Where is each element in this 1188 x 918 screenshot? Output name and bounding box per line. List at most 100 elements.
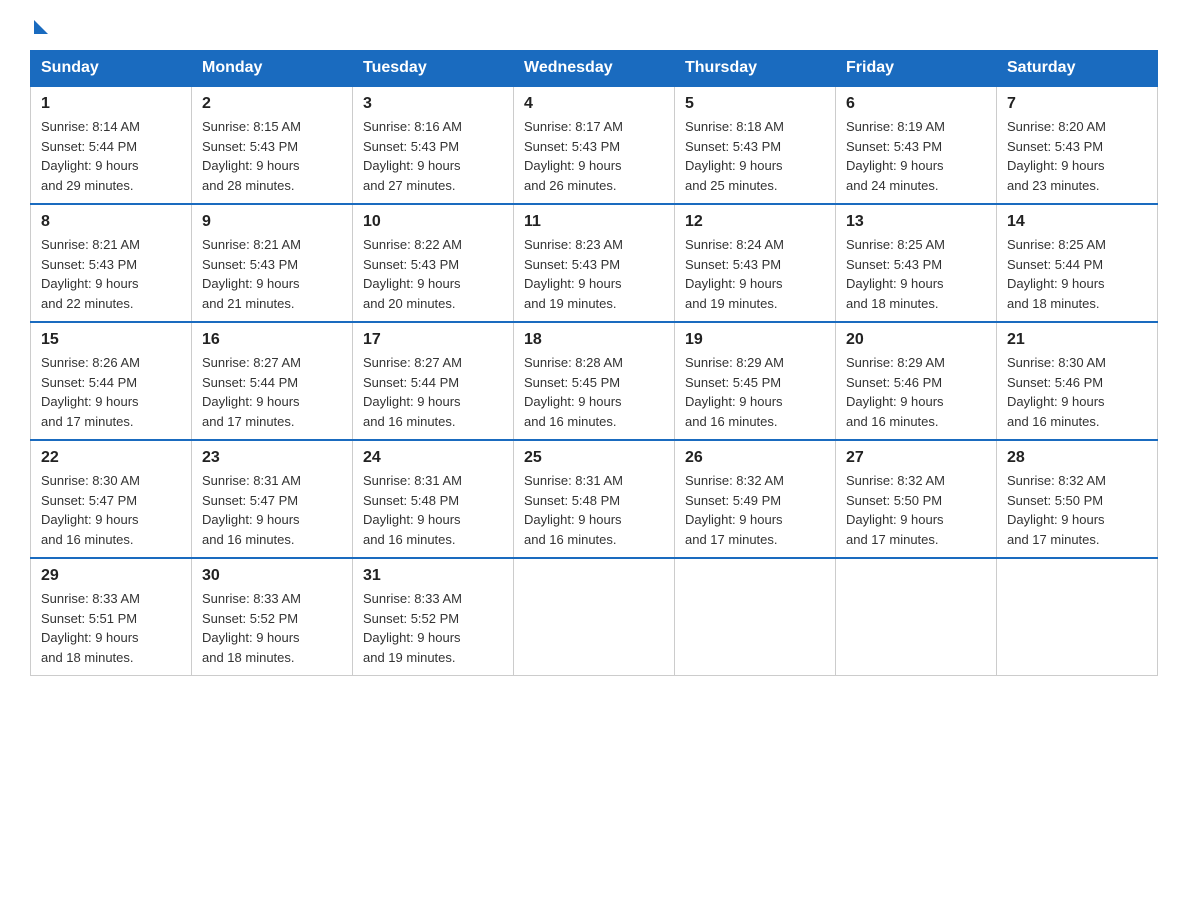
day-number: 11 bbox=[524, 213, 664, 231]
day-info: Sunrise: 8:26 AM Sunset: 5:44 PM Dayligh… bbox=[41, 353, 181, 431]
day-info: Sunrise: 8:27 AM Sunset: 5:44 PM Dayligh… bbox=[363, 353, 503, 431]
calendar-cell: 4 Sunrise: 8:17 AM Sunset: 5:43 PM Dayli… bbox=[514, 86, 675, 204]
day-number: 21 bbox=[1007, 331, 1147, 349]
day-info: Sunrise: 8:32 AM Sunset: 5:49 PM Dayligh… bbox=[685, 471, 825, 549]
day-number: 28 bbox=[1007, 449, 1147, 467]
calendar-cell: 17 Sunrise: 8:27 AM Sunset: 5:44 PM Dayl… bbox=[353, 322, 514, 440]
day-number: 15 bbox=[41, 331, 181, 349]
day-number: 24 bbox=[363, 449, 503, 467]
calendar-cell: 25 Sunrise: 8:31 AM Sunset: 5:48 PM Dayl… bbox=[514, 440, 675, 558]
calendar-cell: 28 Sunrise: 8:32 AM Sunset: 5:50 PM Dayl… bbox=[997, 440, 1158, 558]
day-info: Sunrise: 8:20 AM Sunset: 5:43 PM Dayligh… bbox=[1007, 117, 1147, 195]
day-header-tuesday: Tuesday bbox=[353, 51, 514, 87]
day-number: 3 bbox=[363, 95, 503, 113]
day-number: 1 bbox=[41, 95, 181, 113]
day-number: 5 bbox=[685, 95, 825, 113]
calendar-week-row: 29 Sunrise: 8:33 AM Sunset: 5:51 PM Dayl… bbox=[31, 558, 1158, 676]
day-number: 27 bbox=[846, 449, 986, 467]
calendar-cell: 31 Sunrise: 8:33 AM Sunset: 5:52 PM Dayl… bbox=[353, 558, 514, 676]
day-info: Sunrise: 8:15 AM Sunset: 5:43 PM Dayligh… bbox=[202, 117, 342, 195]
day-number: 8 bbox=[41, 213, 181, 231]
day-header-thursday: Thursday bbox=[675, 51, 836, 87]
calendar-week-row: 8 Sunrise: 8:21 AM Sunset: 5:43 PM Dayli… bbox=[31, 204, 1158, 322]
day-header-wednesday: Wednesday bbox=[514, 51, 675, 87]
day-number: 29 bbox=[41, 567, 181, 585]
calendar-cell bbox=[514, 558, 675, 676]
calendar-cell: 10 Sunrise: 8:22 AM Sunset: 5:43 PM Dayl… bbox=[353, 204, 514, 322]
calendar-cell bbox=[836, 558, 997, 676]
calendar-header: SundayMondayTuesdayWednesdayThursdayFrid… bbox=[31, 51, 1158, 87]
day-info: Sunrise: 8:16 AM Sunset: 5:43 PM Dayligh… bbox=[363, 117, 503, 195]
day-info: Sunrise: 8:31 AM Sunset: 5:48 PM Dayligh… bbox=[524, 471, 664, 549]
calendar-cell: 7 Sunrise: 8:20 AM Sunset: 5:43 PM Dayli… bbox=[997, 86, 1158, 204]
day-info: Sunrise: 8:31 AM Sunset: 5:48 PM Dayligh… bbox=[363, 471, 503, 549]
calendar-cell: 14 Sunrise: 8:25 AM Sunset: 5:44 PM Dayl… bbox=[997, 204, 1158, 322]
calendar-week-row: 22 Sunrise: 8:30 AM Sunset: 5:47 PM Dayl… bbox=[31, 440, 1158, 558]
calendar-cell: 8 Sunrise: 8:21 AM Sunset: 5:43 PM Dayli… bbox=[31, 204, 192, 322]
day-number: 14 bbox=[1007, 213, 1147, 231]
calendar-cell: 12 Sunrise: 8:24 AM Sunset: 5:43 PM Dayl… bbox=[675, 204, 836, 322]
day-info: Sunrise: 8:21 AM Sunset: 5:43 PM Dayligh… bbox=[41, 235, 181, 313]
day-info: Sunrise: 8:25 AM Sunset: 5:43 PM Dayligh… bbox=[846, 235, 986, 313]
calendar-cell: 13 Sunrise: 8:25 AM Sunset: 5:43 PM Dayl… bbox=[836, 204, 997, 322]
day-number: 6 bbox=[846, 95, 986, 113]
day-number: 30 bbox=[202, 567, 342, 585]
day-info: Sunrise: 8:32 AM Sunset: 5:50 PM Dayligh… bbox=[1007, 471, 1147, 549]
calendar-cell: 20 Sunrise: 8:29 AM Sunset: 5:46 PM Dayl… bbox=[836, 322, 997, 440]
day-info: Sunrise: 8:23 AM Sunset: 5:43 PM Dayligh… bbox=[524, 235, 664, 313]
calendar-cell: 16 Sunrise: 8:27 AM Sunset: 5:44 PM Dayl… bbox=[192, 322, 353, 440]
day-info: Sunrise: 8:29 AM Sunset: 5:45 PM Dayligh… bbox=[685, 353, 825, 431]
day-number: 2 bbox=[202, 95, 342, 113]
calendar-cell bbox=[675, 558, 836, 676]
day-number: 10 bbox=[363, 213, 503, 231]
day-number: 25 bbox=[524, 449, 664, 467]
logo-arrow-icon bbox=[34, 20, 48, 34]
calendar-cell: 9 Sunrise: 8:21 AM Sunset: 5:43 PM Dayli… bbox=[192, 204, 353, 322]
calendar-cell: 2 Sunrise: 8:15 AM Sunset: 5:43 PM Dayli… bbox=[192, 86, 353, 204]
day-number: 18 bbox=[524, 331, 664, 349]
calendar-body: 1 Sunrise: 8:14 AM Sunset: 5:44 PM Dayli… bbox=[31, 86, 1158, 676]
day-info: Sunrise: 8:27 AM Sunset: 5:44 PM Dayligh… bbox=[202, 353, 342, 431]
calendar-cell: 6 Sunrise: 8:19 AM Sunset: 5:43 PM Dayli… bbox=[836, 86, 997, 204]
day-info: Sunrise: 8:21 AM Sunset: 5:43 PM Dayligh… bbox=[202, 235, 342, 313]
day-info: Sunrise: 8:17 AM Sunset: 5:43 PM Dayligh… bbox=[524, 117, 664, 195]
day-number: 19 bbox=[685, 331, 825, 349]
day-number: 7 bbox=[1007, 95, 1147, 113]
day-number: 31 bbox=[363, 567, 503, 585]
day-info: Sunrise: 8:28 AM Sunset: 5:45 PM Dayligh… bbox=[524, 353, 664, 431]
calendar-cell: 23 Sunrise: 8:31 AM Sunset: 5:47 PM Dayl… bbox=[192, 440, 353, 558]
calendar-cell: 26 Sunrise: 8:32 AM Sunset: 5:49 PM Dayl… bbox=[675, 440, 836, 558]
day-header-friday: Friday bbox=[836, 51, 997, 87]
calendar-cell: 27 Sunrise: 8:32 AM Sunset: 5:50 PM Dayl… bbox=[836, 440, 997, 558]
logo bbox=[30, 20, 48, 40]
calendar-cell: 11 Sunrise: 8:23 AM Sunset: 5:43 PM Dayl… bbox=[514, 204, 675, 322]
day-info: Sunrise: 8:14 AM Sunset: 5:44 PM Dayligh… bbox=[41, 117, 181, 195]
day-info: Sunrise: 8:33 AM Sunset: 5:51 PM Dayligh… bbox=[41, 589, 181, 667]
day-info: Sunrise: 8:32 AM Sunset: 5:50 PM Dayligh… bbox=[846, 471, 986, 549]
day-number: 9 bbox=[202, 213, 342, 231]
day-info: Sunrise: 8:33 AM Sunset: 5:52 PM Dayligh… bbox=[363, 589, 503, 667]
day-number: 26 bbox=[685, 449, 825, 467]
day-number: 20 bbox=[846, 331, 986, 349]
day-info: Sunrise: 8:30 AM Sunset: 5:47 PM Dayligh… bbox=[41, 471, 181, 549]
calendar-cell: 1 Sunrise: 8:14 AM Sunset: 5:44 PM Dayli… bbox=[31, 86, 192, 204]
calendar-cell: 19 Sunrise: 8:29 AM Sunset: 5:45 PM Dayl… bbox=[675, 322, 836, 440]
day-number: 23 bbox=[202, 449, 342, 467]
day-info: Sunrise: 8:25 AM Sunset: 5:44 PM Dayligh… bbox=[1007, 235, 1147, 313]
calendar-cell: 21 Sunrise: 8:30 AM Sunset: 5:46 PM Dayl… bbox=[997, 322, 1158, 440]
day-header-monday: Monday bbox=[192, 51, 353, 87]
calendar-week-row: 1 Sunrise: 8:14 AM Sunset: 5:44 PM Dayli… bbox=[31, 86, 1158, 204]
day-info: Sunrise: 8:19 AM Sunset: 5:43 PM Dayligh… bbox=[846, 117, 986, 195]
calendar-cell: 24 Sunrise: 8:31 AM Sunset: 5:48 PM Dayl… bbox=[353, 440, 514, 558]
calendar-cell: 5 Sunrise: 8:18 AM Sunset: 5:43 PM Dayli… bbox=[675, 86, 836, 204]
calendar-cell: 15 Sunrise: 8:26 AM Sunset: 5:44 PM Dayl… bbox=[31, 322, 192, 440]
day-info: Sunrise: 8:33 AM Sunset: 5:52 PM Dayligh… bbox=[202, 589, 342, 667]
calendar-cell: 22 Sunrise: 8:30 AM Sunset: 5:47 PM Dayl… bbox=[31, 440, 192, 558]
day-info: Sunrise: 8:24 AM Sunset: 5:43 PM Dayligh… bbox=[685, 235, 825, 313]
day-info: Sunrise: 8:30 AM Sunset: 5:46 PM Dayligh… bbox=[1007, 353, 1147, 431]
day-number: 13 bbox=[846, 213, 986, 231]
calendar-cell: 3 Sunrise: 8:16 AM Sunset: 5:43 PM Dayli… bbox=[353, 86, 514, 204]
day-header-sunday: Sunday bbox=[31, 51, 192, 87]
calendar-cell: 18 Sunrise: 8:28 AM Sunset: 5:45 PM Dayl… bbox=[514, 322, 675, 440]
calendar-cell: 30 Sunrise: 8:33 AM Sunset: 5:52 PM Dayl… bbox=[192, 558, 353, 676]
